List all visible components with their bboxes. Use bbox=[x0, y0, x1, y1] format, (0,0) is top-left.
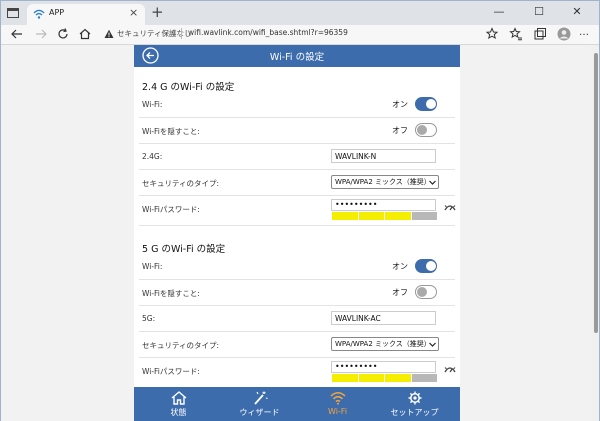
page-viewport: Wi-Fi の設定 2.4 G のWi-Fi の設定 Wi-Fi: オン Wi-… bbox=[1, 45, 599, 421]
hide-toggle-24g[interactable] bbox=[415, 123, 437, 137]
row-password-5g: Wi-Fiパスワード: ••••••••• bbox=[139, 358, 456, 388]
tab-strip: APP × + — ☐ ✕ bbox=[1, 1, 599, 25]
row-hide-24g: Wi-Fiを隠すこと: オフ bbox=[139, 118, 455, 144]
hide-state-text: オフ bbox=[392, 288, 408, 297]
add-favorite-icon[interactable] bbox=[485, 27, 499, 41]
collections-icon[interactable] bbox=[533, 27, 547, 41]
tab-close-button[interactable]: × bbox=[129, 7, 138, 19]
profile-avatar-icon[interactable] bbox=[557, 27, 571, 41]
hide-toggle-5g[interactable] bbox=[415, 285, 437, 299]
nav-tab-label: ウィザード bbox=[239, 408, 280, 417]
row-wifi-5g: Wi-Fi: オン bbox=[139, 254, 455, 280]
hide-state-text: オフ bbox=[392, 126, 408, 135]
ssid-label: 2.4G: bbox=[142, 152, 163, 161]
wifi-toggle-24g[interactable] bbox=[415, 97, 437, 111]
chevron-down-icon bbox=[428, 340, 437, 349]
password-label: Wi-Fiパスワード: bbox=[142, 367, 200, 376]
security-select-5g[interactable]: WPA/WPA2 ミックス（推奨） bbox=[331, 337, 439, 351]
panel-header: Wi-Fi の設定 bbox=[134, 45, 460, 67]
security-label: セキュリティのタイプ: bbox=[142, 341, 220, 350]
row-ssid-24g: 2.4G: WAVLINK-N bbox=[139, 144, 455, 170]
wifi-toggle-5g[interactable] bbox=[415, 259, 437, 273]
strength-segment bbox=[332, 212, 358, 220]
ssid-label: 5G: bbox=[142, 314, 156, 323]
strength-segment bbox=[358, 212, 384, 220]
strength-segment bbox=[358, 374, 384, 382]
strength-segment bbox=[411, 374, 437, 382]
password-label: Wi-Fiパスワード: bbox=[142, 205, 200, 214]
strength-segment bbox=[385, 212, 411, 220]
strength-segment bbox=[332, 374, 358, 382]
forward-arrow-icon[interactable] bbox=[33, 26, 49, 42]
new-tab-button[interactable]: + bbox=[151, 4, 164, 20]
favorites-icon[interactable] bbox=[509, 27, 523, 41]
password-strength-meter bbox=[332, 374, 437, 382]
row-password-24g: Wi-Fiパスワード: ••••••••• bbox=[139, 196, 456, 226]
bottom-nav: 状態 ウィザード Wi-Fi セットアップ bbox=[134, 387, 460, 421]
url-text[interactable]: wifi.wavlink.com/wifi_base.shtml?r=96359 bbox=[188, 28, 348, 37]
tab-actions-icon[interactable] bbox=[6, 6, 20, 20]
strength-segment bbox=[385, 374, 411, 382]
minimize-button[interactable]: — bbox=[479, 3, 519, 21]
security-select-24g[interactable]: WPA/WPA2 ミックス（推奨） bbox=[331, 175, 439, 189]
wifi-favicon-icon bbox=[33, 9, 45, 19]
home-nav-icon[interactable] bbox=[77, 26, 93, 42]
show-password-icon[interactable] bbox=[444, 365, 456, 374]
security-value: WPA/WPA2 ミックス（推奨） bbox=[335, 178, 431, 186]
home-icon bbox=[171, 391, 186, 405]
nav-tab-setup[interactable]: セットアップ bbox=[374, 387, 455, 421]
nav-tab-status[interactable]: 状態 bbox=[138, 387, 219, 421]
security-value: WPA/WPA2 ミックス（推奨） bbox=[335, 340, 431, 348]
window-close-button[interactable]: ✕ bbox=[557, 3, 597, 21]
browser-window: APP × + — ☐ ✕ セキュリティ保護なし wifi.wavlink.co… bbox=[0, 0, 600, 421]
browser-tab[interactable]: APP × bbox=[27, 4, 145, 25]
wifi-icon bbox=[329, 392, 346, 405]
ssid-input-24g[interactable]: WAVLINK-N bbox=[331, 149, 436, 163]
tab-title: APP bbox=[49, 8, 65, 17]
scrollbar-thumb[interactable] bbox=[594, 53, 598, 333]
nav-tab-label: 状態 bbox=[170, 408, 187, 417]
row-hide-5g: Wi-Fiを隠すこと: オフ bbox=[139, 280, 455, 306]
password-input-5g[interactable]: ••••••••• bbox=[331, 361, 436, 373]
nav-tab-label: Wi-Fi bbox=[327, 407, 348, 416]
more-menu-icon[interactable]: … bbox=[579, 27, 593, 41]
gear-icon bbox=[408, 391, 421, 405]
row-security-24g: セキュリティのタイプ: WPA/WPA2 ミックス（推奨） bbox=[139, 170, 455, 196]
back-arrow-icon[interactable] bbox=[9, 26, 25, 42]
section-title-24g: 2.4 G のWi-Fi の設定 bbox=[142, 82, 235, 93]
password-strength-meter bbox=[332, 212, 437, 220]
address-separator bbox=[181, 28, 182, 39]
hide-label: Wi-Fiを隠すこと: bbox=[142, 127, 200, 136]
wifi-state-text: オン bbox=[392, 100, 408, 109]
password-input-24g[interactable]: ••••••••• bbox=[331, 199, 436, 211]
wifi-settings-panel: Wi-Fi の設定 2.4 G のWi-Fi の設定 Wi-Fi: オン Wi-… bbox=[134, 45, 460, 421]
row-wifi-24g: Wi-Fi: オン bbox=[139, 92, 455, 118]
row-ssid-5g: 5G: WAVLINK-AC bbox=[139, 306, 455, 332]
warning-icon bbox=[104, 29, 114, 38]
wifi-label: Wi-Fi: bbox=[142, 100, 163, 109]
maximize-button[interactable]: ☐ bbox=[519, 3, 559, 21]
refresh-icon[interactable] bbox=[55, 26, 71, 42]
security-label: セキュリティのタイプ: bbox=[142, 179, 220, 188]
hide-label: Wi-Fiを隠すこと: bbox=[142, 289, 200, 298]
nav-tab-wizard[interactable]: ウィザード bbox=[219, 387, 300, 421]
chevron-down-icon bbox=[428, 178, 437, 187]
ssid-input-5g[interactable]: WAVLINK-AC bbox=[331, 311, 436, 325]
row-security-5g: セキュリティのタイプ: WPA/WPA2 ミックス（推奨） bbox=[139, 332, 455, 358]
browser-toolbar: セキュリティ保護なし wifi.wavlink.com/wifi_base.sh… bbox=[1, 25, 599, 45]
section-title-5g: 5 G のWi-Fi の設定 bbox=[142, 244, 226, 255]
panel-title: Wi-Fi の設定 bbox=[269, 52, 325, 63]
wifi-label: Wi-Fi: bbox=[142, 262, 163, 271]
show-password-icon[interactable] bbox=[444, 203, 456, 212]
nav-tab-label: セットアップ bbox=[390, 408, 439, 417]
magic-wand-icon bbox=[253, 391, 268, 405]
strength-segment bbox=[411, 212, 437, 220]
address-bar[interactable]: セキュリティ保護なし wifi.wavlink.com/wifi_base.sh… bbox=[101, 26, 501, 42]
nav-tab-wifi[interactable]: Wi-Fi bbox=[297, 387, 378, 421]
wifi-state-text: オン bbox=[392, 262, 408, 271]
